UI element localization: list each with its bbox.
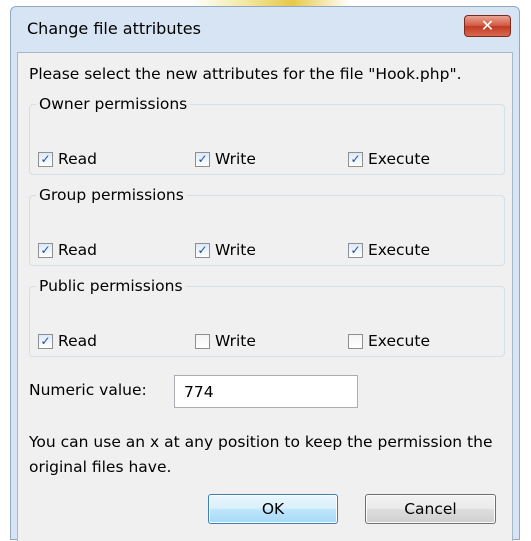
checkbox-checked[interactable]: ✓ xyxy=(38,334,53,349)
numeric-value-input[interactable] xyxy=(174,375,358,408)
owner-permissions-group: Owner permissions ✓ Read ✓ Write ✓ Execu… xyxy=(29,95,505,175)
checkbox-unchecked[interactable] xyxy=(195,334,210,349)
checkbox-label: Write xyxy=(215,241,256,259)
hint-text: You can use an x at any position to keep… xyxy=(29,433,493,476)
checkbox-label: Read xyxy=(58,332,97,350)
checkbox-checked[interactable]: ✓ xyxy=(348,243,363,258)
checkbox-checked[interactable]: ✓ xyxy=(195,243,210,258)
dialog-title: Change file attributes xyxy=(27,19,201,38)
checkbox-checked[interactable]: ✓ xyxy=(348,152,363,167)
numeric-value-label: Numeric value: xyxy=(29,381,147,399)
public-permissions-legend: Public permissions xyxy=(39,277,183,295)
checkbox-label: Write xyxy=(215,150,256,168)
title-bar[interactable]: Change file attributes ✕ xyxy=(11,7,519,51)
owner-permissions-legend: Owner permissions xyxy=(39,95,188,113)
checkbox-label: Execute xyxy=(368,241,430,259)
checkbox-unchecked[interactable] xyxy=(348,334,363,349)
checkbox-label: Execute xyxy=(368,150,430,168)
checkbox-checked[interactable]: ✓ xyxy=(38,243,53,258)
checkbox-checked[interactable]: ✓ xyxy=(38,152,53,167)
cancel-button[interactable]: Cancel xyxy=(365,494,496,524)
public-permissions-group: Public permissions ✓ Read Write Execute xyxy=(29,277,505,357)
group-permissions-legend: Group permissions xyxy=(39,186,184,204)
checkbox-label: Read xyxy=(58,150,97,168)
checkbox-checked[interactable]: ✓ xyxy=(195,152,210,167)
change-attributes-dialog: Change file attributes ✕ Please select t… xyxy=(10,6,520,541)
dialog-body: Please select the new attributes for the… xyxy=(17,52,513,541)
group-permissions-group: Group permissions ✓ Read ✓ Write ✓ Execu… xyxy=(29,186,505,266)
checkbox-label: Execute xyxy=(368,332,430,350)
ok-button[interactable]: OK xyxy=(208,494,338,524)
checkbox-label: Read xyxy=(58,241,97,259)
close-icon: ✕ xyxy=(480,16,495,35)
prompt-text: Please select the new attributes for the… xyxy=(29,65,462,83)
checkbox-label: Write xyxy=(215,332,256,350)
close-button[interactable]: ✕ xyxy=(464,15,511,37)
